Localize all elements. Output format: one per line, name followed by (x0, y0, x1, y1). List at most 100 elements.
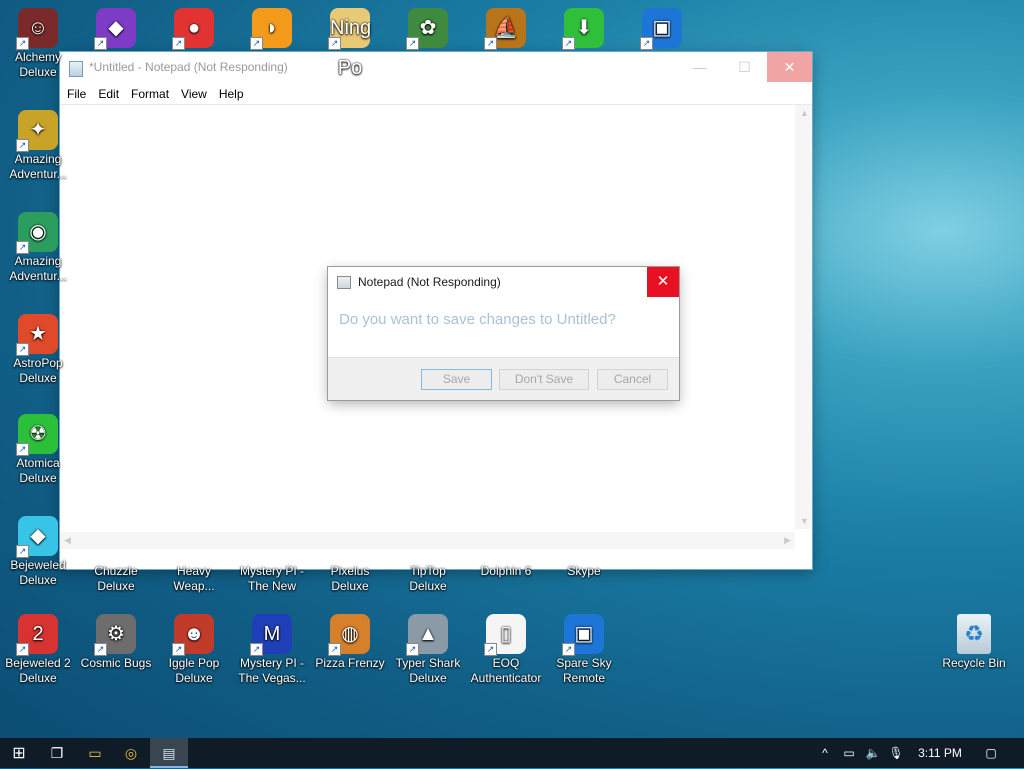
clock[interactable]: 3:11 PM (910, 738, 970, 768)
close-button[interactable]: ✕ (767, 52, 812, 82)
bejeweled-2-icon: 2 ↗ (16, 614, 58, 656)
icon-label: Skype (567, 564, 601, 578)
dont-save-button[interactable]: Don't Save (499, 369, 589, 390)
microphone-icon[interactable]: 🎙 (886, 738, 906, 768)
icon-label: Mystery PI - The Vegas... (238, 656, 306, 685)
menu-view[interactable]: View (176, 84, 214, 104)
atomica-shortcut[interactable]: ☢ ↗ Atomica Deluxe (2, 414, 74, 486)
icon-glyph: ▯ (500, 623, 512, 645)
dialog-title-bar[interactable]: Notepad (Not Responding) ✕ (328, 267, 679, 297)
shortcut-arrow-icon: ↗ (484, 37, 497, 50)
action-center-icon[interactable]: ▢ (978, 738, 1004, 768)
icon-label: Amazing Adventur... (9, 152, 67, 181)
atomica-icon: ☢ ↗ (16, 414, 58, 456)
icon-label: Pizza Frenzy (315, 656, 385, 670)
vertical-scrollbar[interactable]: ▲ ▼ (795, 105, 812, 529)
mystery-pi-vegas-shortcut[interactable]: M ↗ Mystery PI - The Vegas... (236, 614, 308, 686)
dialog-close-button[interactable]: ✕ (647, 267, 679, 297)
network-icon[interactable]: ▭ (838, 738, 860, 768)
save-changes-dialog[interactable]: Notepad (Not Responding) ✕ Do you want t… (328, 267, 679, 400)
start-button[interactable]: ⊞ (0, 738, 38, 768)
dolphin-label-shortcut[interactable]: Dolphin 6 (470, 564, 542, 579)
chrome-icon: ◎ (124, 745, 138, 761)
recycle-bin[interactable]: ♻ Recycle Bin (938, 614, 1010, 671)
fish-icon: ◗ ↗ (250, 8, 292, 50)
icon-glyph: ⬇ (575, 17, 593, 39)
maximize-button[interactable]: ☐ (722, 52, 767, 82)
scroll-right-arrow-icon[interactable]: ▶ (784, 535, 791, 546)
typer-shark-shortcut[interactable]: ▲ ↗ Typer Shark Deluxe (392, 614, 464, 686)
scroll-down-arrow-icon[interactable]: ▼ (800, 516, 809, 526)
amazing-adventures-2-icon: ◉ ↗ (16, 212, 58, 254)
boat-shortcut[interactable]: ⛵ ↗ (470, 8, 542, 50)
cancel-button[interactable]: Cancel (597, 369, 668, 390)
icon-label: EOQ Authenticator (470, 656, 542, 685)
iggle-pop-shortcut[interactable]: ☻ ↗ Iggle Pop Deluxe (158, 614, 230, 686)
save-button[interactable]: Save (421, 369, 492, 390)
windows-logo-icon: ⊞ (12, 745, 26, 762)
flower-shortcut[interactable]: ✿ ↗ (392, 8, 464, 50)
icon-glyph: ▣ (652, 17, 672, 39)
task-view-button[interactable]: ❐ (38, 738, 76, 768)
icon-label: Iggle Pop Deluxe (168, 656, 220, 685)
shortcut-arrow-icon: ↗ (16, 241, 29, 254)
icon-glyph: 2 (32, 623, 44, 645)
menu-file[interactable]: File (62, 84, 93, 104)
menu-edit[interactable]: Edit (93, 84, 126, 104)
mystery-pi-vegas-icon: M ↗ (250, 614, 292, 656)
notepad-taskbar-button[interactable]: ▤ (150, 738, 188, 768)
shortcut-arrow-icon: ↗ (328, 643, 341, 656)
boat-icon: ⛵ ↗ (484, 8, 526, 50)
menu-help[interactable]: Help (214, 84, 251, 104)
notepad-title-bar[interactable]: *Untitled - Notepad (Not Responding) — ☐… (60, 52, 812, 84)
mystery-pi-new-york-label-shortcut[interactable]: Mystery PI - The New Yo... (236, 564, 308, 594)
cosmic-bugs-shortcut[interactable]: ⚙ ↗ Cosmic Bugs (80, 614, 152, 671)
recycle-bin-label: Recycle Bin (942, 656, 1006, 670)
bejeweled-shortcut[interactable]: ◆ ↗ Bejeweled Deluxe (2, 516, 74, 588)
astropop-shortcut[interactable]: ★ ↗ AstroPop Deluxe (2, 314, 74, 386)
alchemy-icon: ☺ ↗ (16, 8, 58, 50)
icon-label: Pixelus Deluxe (330, 564, 370, 593)
file-explorer-button[interactable]: ▭ (76, 738, 114, 768)
shortcut-arrow-icon: ↗ (16, 343, 29, 356)
icon-glyph: ▲ (418, 623, 438, 645)
volume-icon[interactable]: 🔈 (862, 738, 884, 768)
tiptop-label-shortcut[interactable]: TipTop Deluxe (392, 564, 464, 594)
minimize-button[interactable]: — (677, 52, 722, 82)
alchemy-shortcut[interactable]: ☺ ↗ Alchemy Deluxe (2, 8, 74, 80)
fish-shortcut[interactable]: ◗ ↗ (236, 8, 308, 50)
shortcut-arrow-icon: ↗ (562, 643, 575, 656)
eoq-authenticator-shortcut[interactable]: ▯ ↗ EOQ Authenticator (470, 614, 542, 686)
download-shortcut[interactable]: ⬇ ↗ (548, 8, 620, 50)
pixelus-label-shortcut[interactable]: Pixelus Deluxe (314, 564, 386, 594)
amazing-adventures-1-shortcut[interactable]: ✦ ↗ Amazing Adventur... (2, 110, 74, 182)
chuzzle-label-shortcut[interactable]: Chuzzle Deluxe (80, 564, 152, 594)
window-app-shortcut[interactable]: ▣ ↗ (626, 8, 698, 50)
yoshi-egg-icon: ● ↗ (172, 8, 214, 50)
download-icon: ⬇ ↗ (562, 8, 604, 50)
icon-label: Mystery PI - The New Yo... (239, 564, 304, 593)
icon-label: Dolphin 6 (480, 564, 532, 578)
shortcut-arrow-icon: ↗ (562, 37, 575, 50)
spare-sky-remote-shortcut[interactable]: ▣↗Spare Sky Remote 2012 (548, 614, 620, 686)
bejeweled-gem-shortcut[interactable]: ◆ ↗ (80, 8, 152, 50)
icon-glyph: M (263, 623, 281, 645)
amazing-adventures-1-icon: ✦ ↗ (16, 110, 58, 152)
icon-glyph: ◆ (108, 17, 124, 39)
ning-po-shortcut[interactable]: Ning Po ↗ (314, 8, 386, 79)
amazing-adventures-2-shortcut[interactable]: ◉ ↗ Amazing Adventur... (2, 212, 74, 284)
chrome-button[interactable]: ◎ (112, 738, 150, 768)
icon-glyph: ✦ (29, 119, 47, 141)
yoshi-egg-shortcut[interactable]: ● ↗ (158, 8, 230, 50)
menu-format[interactable]: Format (126, 84, 176, 104)
skype-label-shortcut[interactable]: Skype (548, 564, 620, 579)
heavy-weapon-label-shortcut[interactable]: Heavy Weap... (158, 564, 230, 594)
shortcut-arrow-icon: ↗ (16, 37, 29, 50)
shortcut-arrow-icon: ↗ (484, 643, 497, 656)
scroll-up-arrow-icon[interactable]: ▲ (800, 108, 809, 118)
bejeweled-2-shortcut[interactable]: 2 ↗ Bejeweled 2 Deluxe (2, 614, 74, 686)
horizontal-scrollbar[interactable]: ◀ ▶ (60, 532, 795, 549)
pizza-frenzy-icon: ◍ ↗ (328, 614, 370, 656)
show-hidden-icons-button[interactable]: ^ (816, 738, 834, 768)
pizza-frenzy-shortcut[interactable]: ◍ ↗ Pizza Frenzy (314, 614, 386, 671)
